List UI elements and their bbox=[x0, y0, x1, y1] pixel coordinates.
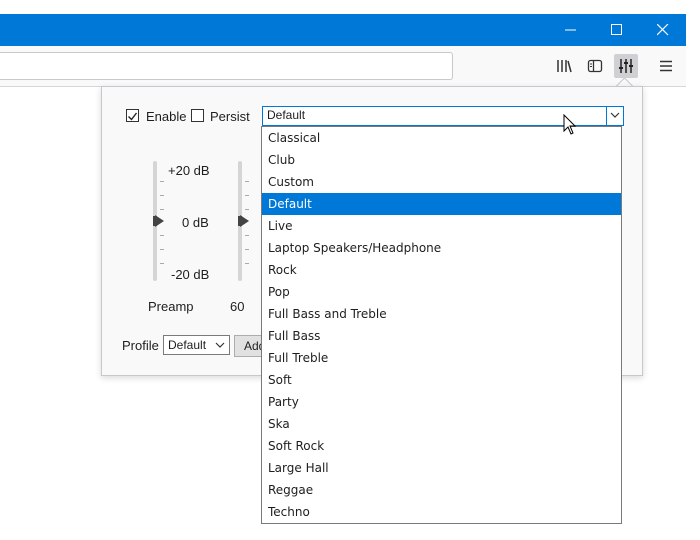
preset-combobox-value: Default bbox=[267, 108, 306, 122]
slider-tick bbox=[160, 195, 164, 196]
dropdown-option[interactable]: Large Hall bbox=[262, 457, 621, 479]
slider-tick bbox=[160, 181, 164, 182]
dropdown-option-label: Party bbox=[268, 395, 299, 409]
dropdown-option[interactable]: Reggae bbox=[262, 479, 621, 501]
slider-tick bbox=[160, 235, 164, 236]
close-button[interactable] bbox=[640, 14, 686, 46]
dropdown-option[interactable]: Pop bbox=[262, 281, 621, 303]
preset-dropdown-list: Classical Club Custom Default Live Laptop Spe… bbox=[261, 126, 622, 524]
persist-label: Persist bbox=[210, 109, 250, 124]
preamp-label: Preamp bbox=[148, 299, 194, 314]
dropdown-option-label: Full Treble bbox=[268, 351, 329, 365]
scale-max-label: +20 dB bbox=[168, 163, 210, 178]
dropdown-option[interactable]: Custom bbox=[262, 171, 621, 193]
hamburger-menu-icon bbox=[660, 60, 672, 72]
persist-checkbox[interactable] bbox=[191, 109, 204, 122]
slider-tick bbox=[245, 209, 249, 210]
dropdown-option[interactable]: Full Bass and Treble bbox=[262, 303, 621, 325]
dropdown-option[interactable]: Live bbox=[262, 215, 621, 237]
band-60-label: 60 bbox=[230, 299, 245, 314]
close-icon bbox=[657, 24, 669, 36]
slider-tick bbox=[245, 235, 249, 236]
enable-label: Enable bbox=[146, 109, 187, 124]
slider-tick bbox=[245, 263, 249, 264]
dropdown-option-label: Custom bbox=[268, 175, 314, 189]
dropdown-option-label: Rock bbox=[268, 263, 297, 277]
slider-tick bbox=[245, 195, 249, 196]
dropdown-option-label: Default bbox=[268, 197, 312, 211]
equalizer-button[interactable] bbox=[614, 54, 638, 78]
dropdown-option-label: Techno bbox=[268, 505, 310, 519]
dropdown-option[interactable]: Laptop Speakers/Headphone bbox=[262, 237, 621, 259]
preset-dropdown-button[interactable] bbox=[606, 107, 623, 125]
dropdown-option-label: Full Bass bbox=[268, 329, 321, 343]
dropdown-option-label: Large Hall bbox=[268, 461, 329, 475]
dropdown-option[interactable]: Club bbox=[262, 149, 621, 171]
profile-select[interactable]: Default bbox=[163, 335, 230, 355]
dropdown-option[interactable]: Default bbox=[262, 193, 621, 215]
scale-mid-label: 0 dB bbox=[182, 215, 209, 230]
minimize-button[interactable] bbox=[548, 14, 594, 46]
library-icon bbox=[557, 60, 572, 73]
slider-tick bbox=[160, 263, 164, 264]
sidebar-icon bbox=[587, 59, 603, 73]
enable-checkbox[interactable] bbox=[126, 109, 139, 122]
slider-tick bbox=[160, 209, 164, 210]
dropdown-option[interactable]: Ska bbox=[262, 413, 621, 435]
dropdown-option-label: Club bbox=[268, 153, 295, 167]
window-edge bbox=[686, 14, 700, 540]
maximize-icon bbox=[611, 24, 622, 35]
dropdown-option[interactable]: Rock bbox=[262, 259, 621, 281]
preamp-slider-thumb[interactable] bbox=[153, 215, 164, 227]
dropdown-option[interactable]: Full Treble bbox=[262, 347, 621, 369]
url-bar[interactable] bbox=[0, 52, 453, 80]
dropdown-option-label: Live bbox=[268, 219, 293, 233]
profile-select-value: Default bbox=[168, 338, 207, 352]
dropdown-option-label: Pop bbox=[268, 285, 290, 299]
dropdown-option-label: Reggae bbox=[268, 483, 314, 497]
slider-tick bbox=[160, 249, 164, 250]
dropdown-option[interactable]: Soft Rock bbox=[262, 435, 621, 457]
chevron-down-icon bbox=[610, 112, 620, 118]
library-button[interactable] bbox=[552, 54, 576, 78]
dropdown-option[interactable]: Party bbox=[262, 391, 621, 413]
dropdown-option-label: Soft bbox=[268, 373, 292, 387]
maximize-button[interactable] bbox=[594, 14, 640, 46]
dropdown-option-label: Ska bbox=[268, 417, 290, 431]
browser-toolbar bbox=[0, 46, 686, 87]
dropdown-option-label: Soft Rock bbox=[268, 439, 325, 453]
dropdown-option[interactable]: Techno bbox=[262, 501, 621, 523]
dropdown-option[interactable]: Soft bbox=[262, 369, 621, 391]
menu-button[interactable] bbox=[654, 54, 678, 78]
minimize-icon bbox=[565, 29, 576, 31]
mouse-cursor-icon bbox=[563, 114, 577, 135]
dropdown-option-label: Full Bass and Treble bbox=[268, 307, 387, 321]
equalizer-icon bbox=[619, 59, 633, 73]
checkmark-icon bbox=[128, 112, 138, 121]
slider-tick bbox=[245, 181, 249, 182]
chevron-down-icon bbox=[215, 342, 225, 348]
dropdown-option-label: Classical bbox=[268, 131, 321, 145]
scale-min-label: -20 dB bbox=[171, 267, 210, 282]
band-60-slider-thumb[interactable] bbox=[238, 215, 249, 227]
window-titlebar bbox=[0, 14, 686, 46]
profile-label: Profile bbox=[122, 338, 159, 353]
slider-tick bbox=[245, 249, 249, 250]
sidebar-button[interactable] bbox=[583, 54, 607, 78]
dropdown-option[interactable]: Full Bass bbox=[262, 325, 621, 347]
dropdown-option-label: Laptop Speakers/Headphone bbox=[268, 241, 442, 255]
